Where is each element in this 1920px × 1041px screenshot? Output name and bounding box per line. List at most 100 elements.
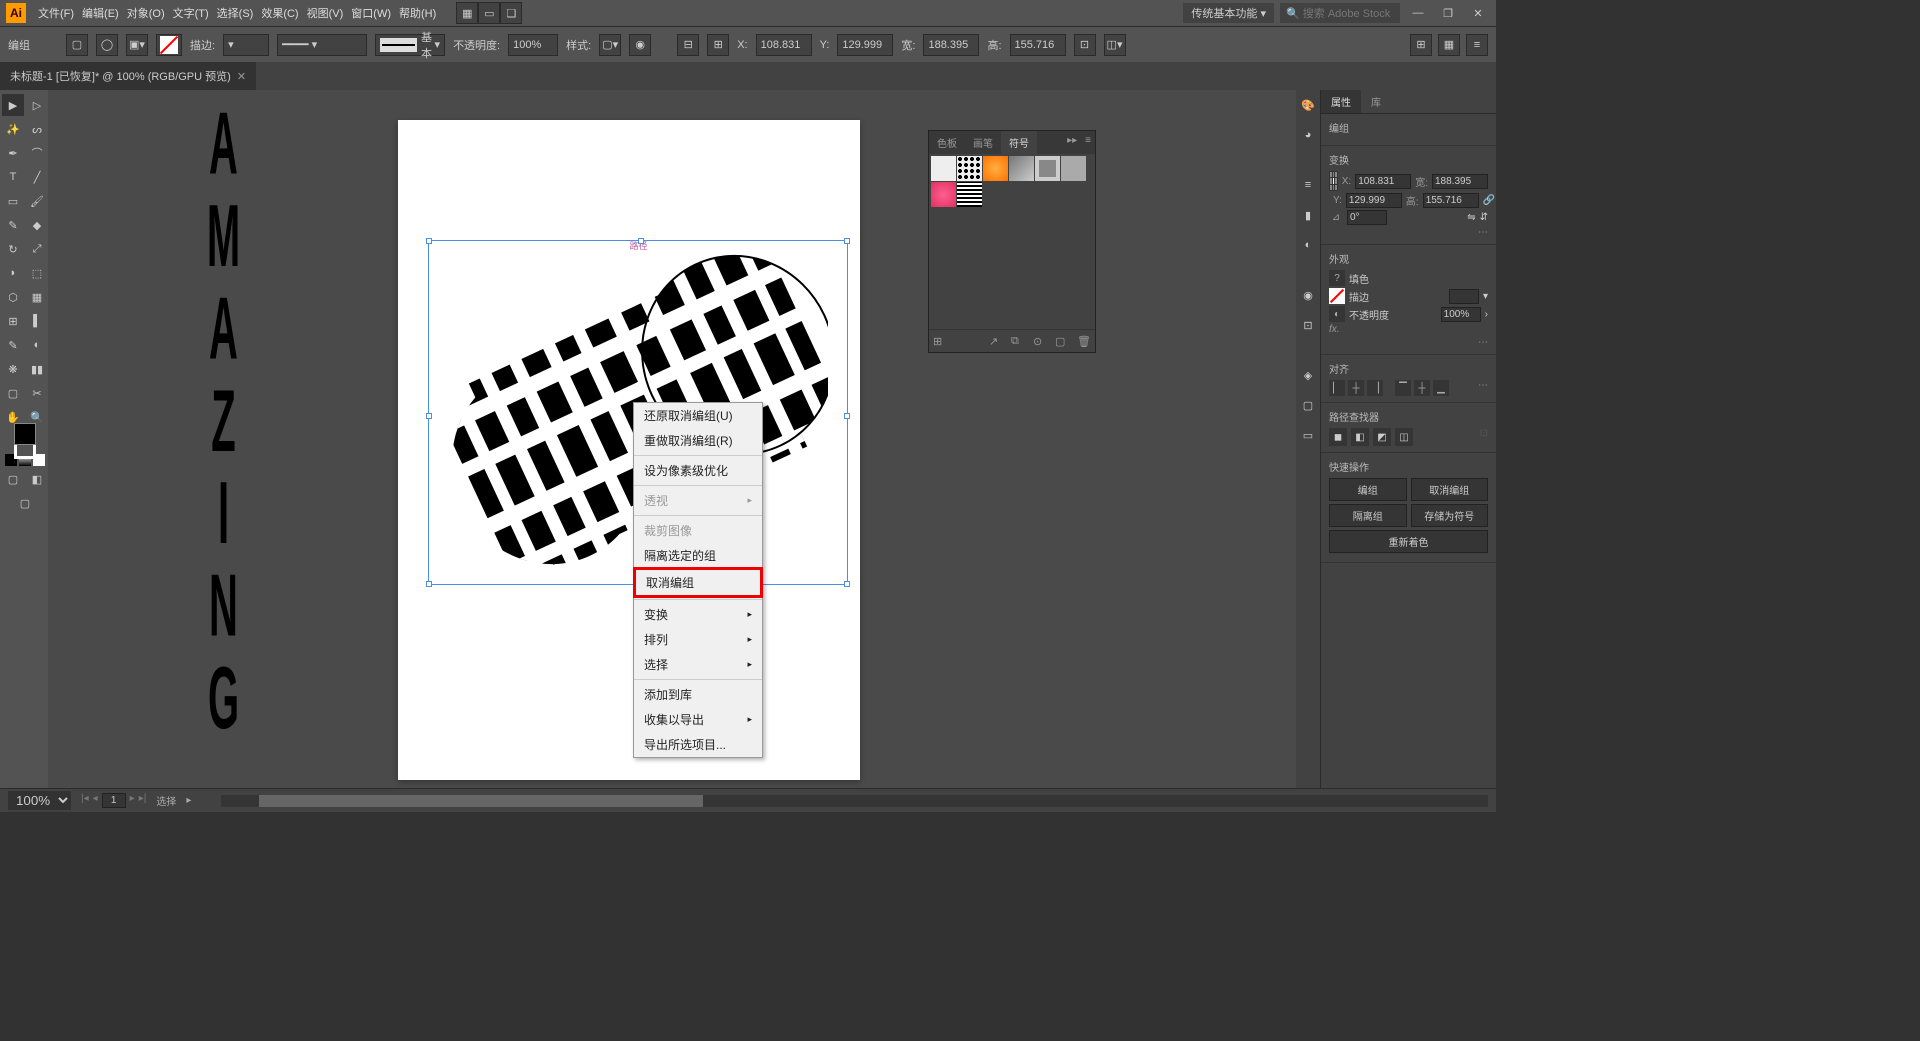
panel-collapse-icon[interactable]: ▸▸ bbox=[1063, 131, 1081, 154]
shaper-tool[interactable]: ✎ bbox=[2, 214, 24, 236]
menu-window[interactable]: 窗口(W) bbox=[347, 5, 395, 21]
tab-libraries[interactable]: 库 bbox=[1361, 90, 1391, 113]
place-symbol-icon[interactable]: ↗ bbox=[989, 334, 1003, 348]
align-bottom[interactable]: ▁ bbox=[1433, 380, 1449, 396]
menu-help[interactable]: 帮助(H) bbox=[395, 5, 440, 21]
menu-view[interactable]: 视图(V) bbox=[303, 5, 348, 21]
opacity-input-prop[interactable] bbox=[1441, 307, 1481, 322]
flip-h-icon[interactable]: ⇋ bbox=[1467, 212, 1475, 223]
search-stock[interactable]: 🔍 搜索 Adobe Stock bbox=[1280, 3, 1400, 23]
stroke-weight-prop[interactable] bbox=[1449, 289, 1479, 304]
prop-h[interactable] bbox=[1423, 193, 1479, 208]
horizontal-scrollbar[interactable] bbox=[221, 795, 1488, 807]
bridge-icon[interactable]: ▦ bbox=[456, 2, 478, 24]
break-link-icon[interactable]: ⧉ bbox=[1011, 334, 1025, 348]
crop-icon[interactable]: ◫▾ bbox=[1104, 34, 1126, 56]
gradient-panel-icon[interactable]: ▮ bbox=[1299, 206, 1317, 224]
prop-y[interactable] bbox=[1346, 193, 1402, 208]
stroke-swatch-prop[interactable] bbox=[1329, 288, 1345, 304]
fill-stroke-toggle[interactable] bbox=[14, 430, 36, 452]
cm-undo[interactable]: 还原取消编组(U) bbox=[634, 403, 762, 428]
blend-tool[interactable]: ◐ bbox=[26, 334, 48, 356]
symbol-item[interactable] bbox=[983, 156, 1008, 181]
fill-swatch[interactable] bbox=[156, 34, 182, 56]
fx-row[interactable]: fx. bbox=[1329, 324, 1488, 335]
recolor-icon[interactable]: ◉ bbox=[629, 34, 651, 56]
column-graph-tool[interactable]: ▮▮ bbox=[26, 358, 48, 380]
symbol-sprayer-tool[interactable]: ❋ bbox=[2, 358, 24, 380]
draw-mode-behind[interactable]: ◧ bbox=[26, 468, 48, 490]
tab-brushes[interactable]: 画笔 bbox=[965, 131, 1001, 154]
more-appearance-icon[interactable]: ⋯ bbox=[1329, 337, 1488, 348]
asset-export-icon[interactable]: ▢ bbox=[1299, 396, 1317, 414]
symbol-item[interactable] bbox=[1009, 156, 1034, 181]
btn-isolate[interactable]: 隔离组 bbox=[1329, 504, 1407, 527]
arrange-docs-icon[interactable]: ▭ bbox=[478, 2, 500, 24]
cm-redo[interactable]: 重做取消编组(R) bbox=[634, 428, 762, 453]
w-input[interactable]: 188.395 bbox=[923, 34, 979, 56]
menu-edit[interactable]: 编辑(E) bbox=[78, 5, 123, 21]
document-tab[interactable]: 未标题-1 [已恢复]* @ 100% (RGB/GPU 预览) ✕ bbox=[0, 62, 256, 90]
menu-file[interactable]: 文件(F) bbox=[34, 5, 78, 21]
btn-save-symbol[interactable]: 存储为符号 bbox=[1411, 504, 1489, 527]
menu-object[interactable]: 对象(O) bbox=[123, 5, 169, 21]
align-panel-icon[interactable]: ⊟ bbox=[677, 34, 699, 56]
bbox-icon[interactable]: ▢ bbox=[66, 34, 88, 56]
transform-panel-icon[interactable]: ⊞ bbox=[707, 34, 729, 56]
canvas[interactable]: AMAZING 路径 还原取消编组(U) 重做取消编组(R) bbox=[48, 90, 1296, 788]
curvature-tool[interactable]: ⌒ bbox=[26, 142, 48, 164]
transparency-panel-icon[interactable]: ◐ bbox=[1299, 236, 1317, 254]
menu-select[interactable]: 选择(S) bbox=[213, 5, 258, 21]
stroke-panel-icon[interactable]: ≡ bbox=[1299, 176, 1317, 194]
menu-effect[interactable]: 效果(C) bbox=[257, 5, 302, 21]
rectangle-tool[interactable]: ▭ bbox=[2, 190, 24, 212]
symbol-item[interactable] bbox=[931, 182, 956, 207]
prev-artboard[interactable]: ◂ bbox=[93, 793, 98, 808]
cm-export-sel[interactable]: 导出所选项目... bbox=[634, 732, 762, 757]
layers-panel-icon[interactable]: ◈ bbox=[1299, 366, 1317, 384]
appearance-panel-icon[interactable]: ◉ bbox=[1299, 286, 1317, 304]
compound-icon[interactable]: ▣▾ bbox=[126, 34, 148, 56]
flip-v-icon[interactable]: ⇵ bbox=[1480, 212, 1488, 223]
tab-close-icon[interactable]: ✕ bbox=[237, 70, 246, 83]
workspace-switcher[interactable]: 传统基本功能 ▾ bbox=[1183, 3, 1274, 23]
color-panel-icon[interactable]: 🎨 bbox=[1299, 96, 1317, 114]
tab-swatches[interactable]: 色板 bbox=[929, 131, 965, 154]
align-top[interactable]: ▔ bbox=[1395, 380, 1411, 396]
screen-mode[interactable]: ▢ bbox=[14, 492, 36, 514]
tab-symbols[interactable]: 符号 bbox=[1001, 131, 1037, 154]
type-tool[interactable]: T bbox=[2, 166, 24, 188]
free-transform-tool[interactable]: ⬚ bbox=[26, 262, 48, 284]
pf-exclude[interactable]: ◫ bbox=[1395, 428, 1413, 446]
stroke-style[interactable]: 基本 ▾ bbox=[375, 34, 445, 56]
lasso-tool[interactable]: ᔕ bbox=[26, 118, 48, 140]
line-tool[interactable]: ╱ bbox=[26, 166, 48, 188]
more-options-icon[interactable]: ⋯ bbox=[1329, 227, 1488, 238]
tab-properties[interactable]: 属性 bbox=[1321, 90, 1361, 113]
symbol-item[interactable] bbox=[1035, 156, 1060, 181]
artboard-tool[interactable]: ▢ bbox=[2, 382, 24, 404]
align-right[interactable]: ▕ bbox=[1367, 380, 1383, 396]
grid-icon[interactable]: ▦ bbox=[1438, 34, 1460, 56]
status-chevron[interactable]: ▸ bbox=[186, 795, 191, 806]
minimize-icon[interactable]: — bbox=[1406, 3, 1430, 23]
shape-builder-tool[interactable]: ⬡ bbox=[2, 286, 24, 308]
eyedropper-tool[interactable]: ✎ bbox=[2, 334, 24, 356]
slice-tool[interactable]: ✂ bbox=[26, 382, 48, 404]
delete-symbol-icon[interactable]: 🗑 bbox=[1077, 334, 1091, 348]
magic-wand-tool[interactable]: ✨ bbox=[2, 118, 24, 140]
eraser-tool[interactable]: ◆ bbox=[26, 214, 48, 236]
symbol-item[interactable] bbox=[957, 182, 982, 207]
color-mode-none[interactable] bbox=[33, 454, 45, 466]
shape-builder-icon[interactable]: ⊡ bbox=[1074, 34, 1096, 56]
next-artboard[interactable]: ▸ bbox=[130, 793, 135, 808]
artboards-panel-icon[interactable]: ▭ bbox=[1299, 426, 1317, 444]
pf-unite[interactable]: ◼ bbox=[1329, 428, 1347, 446]
gpu-icon[interactable]: ❏ bbox=[500, 2, 522, 24]
x-input[interactable]: 108.831 bbox=[756, 34, 812, 56]
paintbrush-tool[interactable]: 🖌 bbox=[26, 190, 48, 212]
graphic-style[interactable]: ▢▾ bbox=[599, 34, 621, 56]
y-input[interactable]: 129.999 bbox=[837, 34, 893, 56]
prop-x[interactable] bbox=[1355, 174, 1411, 189]
opacity-input[interactable]: 100% bbox=[508, 34, 558, 56]
